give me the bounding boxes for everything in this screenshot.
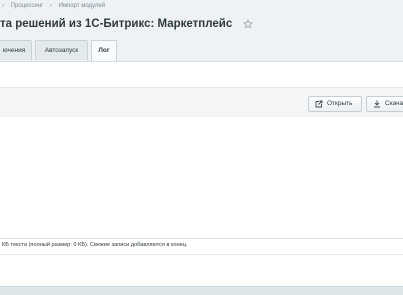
page-title: та решений из 1С-Битрикс: Маркетплейс	[0, 17, 233, 30]
tab-panel-header	[0, 61, 403, 88]
chevron-right-icon: ›	[49, 3, 52, 9]
breadcrumb: › Процессинг › Импорт модулей	[0, 3, 105, 15]
chevron-right-icon: ›	[2, 3, 4, 9]
tab-label: Автозапуск	[44, 47, 79, 54]
download-button-label: Скача	[385, 100, 403, 107]
open-button[interactable]: Открыть	[308, 96, 362, 112]
download-button[interactable]: Скача	[366, 96, 403, 112]
download-icon	[374, 100, 380, 108]
breadcrumb-item-import[interactable]: Импорт модулей	[59, 3, 106, 9]
tab-log[interactable]: Лог	[91, 40, 117, 61]
tab-autostart[interactable]: Автозапуск	[35, 40, 88, 60]
star-icon[interactable]	[242, 18, 253, 29]
title-row: та решений из 1С-Битрикс: Маркетплейс	[0, 15, 253, 35]
breadcrumb-item-processing[interactable]: Процессинг	[11, 3, 44, 9]
tab-connections[interactable]: ючения	[0, 40, 32, 60]
tab-label: ючения	[2, 47, 26, 54]
log-footer-note: КБ текста (полный размер: 0 КБ). Свежие …	[0, 238, 403, 254]
lower-panel	[0, 254, 403, 287]
log-toolbar: Открыть Скача	[0, 87, 403, 118]
log-content[interactable]	[0, 117, 403, 238]
open-external-icon	[315, 100, 323, 108]
open-button-label: Открыть	[327, 100, 353, 107]
tab-label: Лог	[98, 47, 110, 54]
